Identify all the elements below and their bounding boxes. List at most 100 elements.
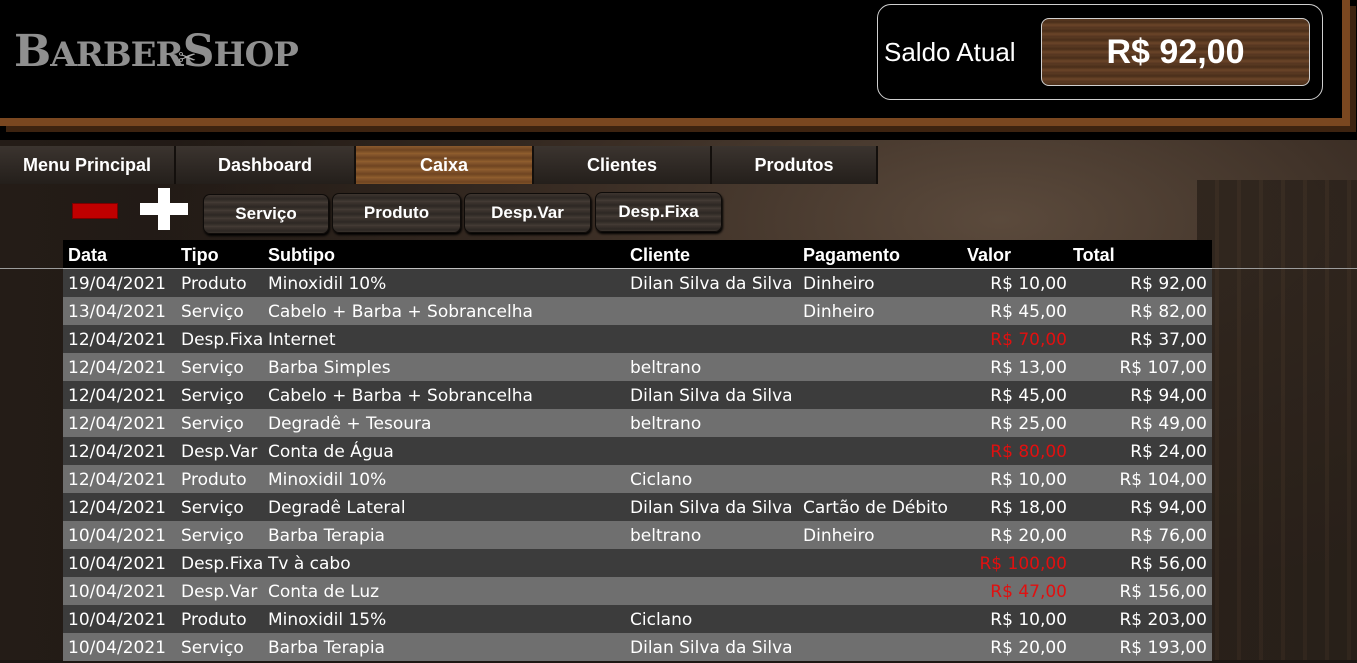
tab-dashboard[interactable]: Dashboard bbox=[176, 146, 356, 184]
table-row[interactable]: 12/04/2021 Serviço Degradê Lateral Dilan Si… bbox=[63, 493, 1212, 521]
scissors-icon: ✂ bbox=[178, 46, 197, 71]
cell-tipo: Serviço bbox=[181, 498, 244, 518]
cell-subtipo: Conta de Luz bbox=[268, 582, 380, 602]
cell-tipo: Desp.Var bbox=[181, 442, 258, 462]
cell-pagamento: Cartão de Débito bbox=[803, 498, 948, 518]
minus-button[interactable] bbox=[72, 203, 118, 219]
cell-tipo: Produto bbox=[181, 610, 247, 630]
tab-clientes[interactable]: Clientes bbox=[534, 146, 712, 184]
table-body: 19/04/2021 Produto Minoxidil 10% Dilan Silv… bbox=[63, 269, 1212, 661]
logo-text: HOP bbox=[213, 35, 299, 75]
cell-data: 10/04/2021 bbox=[68, 638, 166, 658]
cell-tipo: Produto bbox=[181, 470, 247, 490]
col-valor[interactable]: Valor bbox=[967, 240, 1011, 268]
cell-data: 10/04/2021 bbox=[68, 554, 166, 574]
desp-fixa-button[interactable]: Desp.Fixa bbox=[595, 192, 722, 232]
cell-tipo: Desp.Fixa bbox=[181, 554, 264, 574]
caixa-table: Data Tipo Subtipo Cliente Pagamento Valo… bbox=[63, 240, 1212, 661]
tab-menu-principal[interactable]: Menu Principal bbox=[0, 146, 176, 184]
cell-valor: R$ 80,00 bbox=[990, 442, 1067, 462]
cell-cliente: Dilan Silva da Silva bbox=[630, 498, 793, 518]
cell-total: R$ 76,00 bbox=[1130, 526, 1207, 546]
cell-tipo: Desp.Var bbox=[181, 582, 258, 602]
table-row[interactable]: 10/04/2021 Desp.Fixa Tv à cabo R$ 100,00 R$ … bbox=[63, 549, 1212, 577]
cell-subtipo: Minoxidil 10% bbox=[268, 470, 387, 490]
cell-total: R$ 203,00 bbox=[1119, 610, 1207, 630]
cell-data: 13/04/2021 bbox=[68, 302, 166, 322]
table-row[interactable]: 12/04/2021 Serviço Degradê + Tesoura beltra… bbox=[63, 409, 1212, 437]
cell-tipo: Serviço bbox=[181, 358, 244, 378]
cell-data: 12/04/2021 bbox=[68, 330, 166, 350]
cell-valor: R$ 10,00 bbox=[990, 470, 1067, 490]
plus-icon-v bbox=[158, 188, 170, 230]
cell-tipo: Serviço bbox=[181, 414, 244, 434]
cell-valor: R$ 18,00 bbox=[990, 498, 1067, 518]
cell-cliente: beltrano bbox=[630, 358, 702, 378]
cell-valor: R$ 47,00 bbox=[990, 582, 1067, 602]
cell-data: 12/04/2021 bbox=[68, 470, 166, 490]
cell-cliente: beltrano bbox=[630, 414, 702, 434]
cell-total: R$ 24,00 bbox=[1130, 442, 1207, 462]
table-row[interactable]: 12/04/2021 Produto Minoxidil 10% Ciclano R$ … bbox=[63, 465, 1212, 493]
col-pagamento[interactable]: Pagamento bbox=[803, 240, 900, 268]
table-row[interactable]: 10/04/2021 Desp.Var Conta de Luz R$ 47,00 R$… bbox=[63, 577, 1212, 605]
background-shelf bbox=[1197, 180, 1357, 660]
cell-total: R$ 56,00 bbox=[1130, 554, 1207, 574]
tab-caixa[interactable]: Caixa bbox=[356, 146, 534, 184]
table-row[interactable]: 19/04/2021 Produto Minoxidil 10% Dilan Silv… bbox=[63, 269, 1212, 297]
cell-total: R$ 193,00 bbox=[1119, 638, 1207, 658]
desp-var-button[interactable]: Desp.Var bbox=[464, 193, 591, 233]
cell-valor: R$ 70,00 bbox=[990, 330, 1067, 350]
cell-total: R$ 92,00 bbox=[1130, 274, 1207, 294]
tab-produtos[interactable]: Produtos bbox=[712, 146, 878, 184]
cell-data: 10/04/2021 bbox=[68, 610, 166, 630]
saldo-panel: Saldo Atual R$ 92,00 bbox=[877, 4, 1323, 100]
cell-tipo: Serviço bbox=[181, 302, 244, 322]
table-row[interactable]: 12/04/2021 Serviço Barba Simples beltrano R$… bbox=[63, 353, 1212, 381]
saldo-value-box: R$ 92,00 bbox=[1041, 18, 1310, 86]
table-row[interactable]: 12/04/2021 Serviço Cabelo + Barba + Sobran… bbox=[63, 381, 1212, 409]
table-row[interactable]: 10/04/2021 Serviço Barba Terapia beltrano Di… bbox=[63, 521, 1212, 549]
table-row[interactable]: 10/04/2021 Serviço Barba Terapia Dilan Silv… bbox=[63, 633, 1212, 661]
cell-pagamento: Dinheiro bbox=[803, 274, 875, 294]
cell-tipo: Serviço bbox=[181, 526, 244, 546]
table-row[interactable]: 12/04/2021 Desp.Var Conta de Água R$ 80,00 R… bbox=[63, 437, 1212, 465]
table-row[interactable]: 12/04/2021 Desp.Fixa Internet R$ 70,00 R$ 37… bbox=[63, 325, 1212, 353]
cell-subtipo: Barba Terapia bbox=[268, 526, 385, 546]
cell-total: R$ 49,00 bbox=[1130, 414, 1207, 434]
saldo-label: Saldo Atual bbox=[884, 37, 1016, 67]
header: BARBERSHOP ✂ Saldo Atual R$ 92,00 bbox=[0, 0, 1357, 140]
cell-data: 10/04/2021 bbox=[68, 526, 166, 546]
cell-subtipo: Degradê + Tesoura bbox=[268, 414, 432, 434]
cell-valor: R$ 20,00 bbox=[990, 638, 1067, 658]
cell-total: R$ 37,00 bbox=[1130, 330, 1207, 350]
barbershop-logo: BARBERSHOP bbox=[14, 26, 299, 96]
cell-data: 12/04/2021 bbox=[68, 414, 166, 434]
col-tipo[interactable]: Tipo bbox=[181, 240, 219, 268]
col-total[interactable]: Total bbox=[1073, 240, 1115, 268]
cell-total: R$ 82,00 bbox=[1130, 302, 1207, 322]
table-row[interactable]: 13/04/2021 Serviço Cabelo + Barba + Sobran… bbox=[63, 297, 1212, 325]
plus-button[interactable] bbox=[140, 188, 188, 230]
table-row[interactable]: 10/04/2021 Produto Minoxidil 15% Ciclano R$ … bbox=[63, 605, 1212, 633]
saldo-value: R$ 92,00 bbox=[1106, 33, 1245, 71]
cell-pagamento: Dinheiro bbox=[803, 302, 875, 322]
servico-button[interactable]: Serviço bbox=[203, 194, 329, 234]
cell-cliente: Dilan Silva da Silva bbox=[630, 638, 793, 658]
cell-data: 12/04/2021 bbox=[68, 386, 166, 406]
cell-subtipo: Cabelo + Barba + Sobrancelha bbox=[268, 302, 533, 322]
cell-subtipo: Internet bbox=[268, 330, 336, 350]
cell-total: R$ 94,00 bbox=[1130, 498, 1207, 518]
logo-letter: B bbox=[14, 26, 51, 77]
cell-pagamento: Dinheiro bbox=[803, 526, 875, 546]
col-cliente[interactable]: Cliente bbox=[630, 240, 690, 268]
produto-button[interactable]: Produto bbox=[332, 193, 461, 233]
cell-tipo: Serviço bbox=[181, 638, 244, 658]
cell-total: R$ 94,00 bbox=[1130, 386, 1207, 406]
col-subtipo[interactable]: Subtipo bbox=[268, 240, 335, 268]
col-data[interactable]: Data bbox=[68, 240, 107, 268]
cell-cliente: Ciclano bbox=[630, 610, 693, 630]
cell-valor: R$ 25,00 bbox=[990, 414, 1067, 434]
cell-valor: R$ 10,00 bbox=[990, 274, 1067, 294]
cell-valor: R$ 100,00 bbox=[979, 554, 1067, 574]
